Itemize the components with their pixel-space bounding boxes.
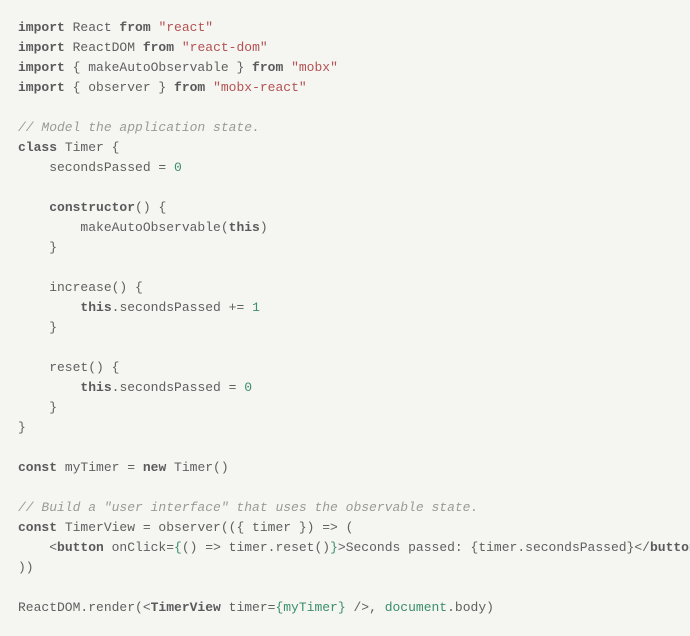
code-line: this.secondsPassed = 0 (18, 380, 252, 395)
code-token: import (18, 60, 65, 75)
code-line (18, 580, 26, 595)
code-line: <button onClick={() => timer.reset()}>Se… (18, 540, 690, 555)
code-token: } (18, 420, 26, 435)
code-token (205, 80, 213, 95)
code-token: {myTimer} (275, 600, 345, 615)
code-token: // Model the application state. (18, 120, 260, 135)
code-token: button (57, 540, 104, 555)
code-token: "react-dom" (182, 40, 268, 55)
code-token: // Build a "user interface" that uses th… (18, 500, 478, 515)
code-token: ReactDOM.render(< (18, 600, 151, 615)
code-token: } (18, 400, 57, 415)
code-line: // Build a "user interface" that uses th… (18, 500, 478, 515)
code-token: document (385, 600, 447, 615)
code-token: "mobx-react" (213, 80, 307, 95)
code-token: myTimer = (57, 460, 143, 475)
code-token: } (18, 240, 57, 255)
code-line: reset() { (18, 360, 119, 375)
code-token: this (229, 220, 260, 235)
code-token: makeAutoObservable( (18, 220, 229, 235)
code-token: 0 (174, 160, 182, 175)
code-line (18, 180, 26, 195)
code-token: increase() { (18, 280, 143, 295)
code-line: )) (18, 560, 34, 575)
code-line: } (18, 320, 57, 335)
code-line: const myTimer = new Timer() (18, 460, 229, 475)
code-line: import { makeAutoObservable } from "mobx… (18, 60, 338, 75)
code-line: import React from "react" (18, 20, 213, 35)
code-token: { (174, 540, 182, 555)
code-token: secondsPassed = (18, 160, 174, 175)
code-line: secondsPassed = 0 (18, 160, 182, 175)
code-token: .secondsPassed = (112, 380, 245, 395)
code-token: .secondsPassed += (112, 300, 252, 315)
code-token: button (650, 540, 690, 555)
code-token: () { (135, 200, 166, 215)
code-token: TimerView (151, 600, 221, 615)
code-token: Timer { (57, 140, 119, 155)
code-token (18, 300, 80, 315)
code-token: ReactDOM (65, 40, 143, 55)
code-token: const (18, 460, 57, 475)
code-token: "react" (158, 20, 213, 35)
code-token: reset() { (18, 360, 119, 375)
code-token: 1 (252, 300, 260, 315)
code-line: constructor() { (18, 200, 166, 215)
code-token: () => timer.reset() (182, 540, 330, 555)
code-token: React (65, 20, 120, 35)
code-token (18, 380, 80, 395)
code-token: onClick= (104, 540, 174, 555)
code-token: timer= (221, 600, 276, 615)
code-line: } (18, 400, 57, 415)
code-line: ReactDOM.render(<TimerView timer={myTime… (18, 600, 494, 615)
code-line: } (18, 240, 57, 255)
code-token (174, 40, 182, 55)
code-token: const (18, 520, 57, 535)
code-token: } (18, 320, 57, 335)
code-token: Timer() (166, 460, 228, 475)
code-line (18, 340, 26, 355)
code-token: "mobx" (291, 60, 338, 75)
code-token: class (18, 140, 57, 155)
code-token: 0 (244, 380, 252, 395)
code-line: import { observer } from "mobx-react" (18, 80, 307, 95)
code-token (18, 200, 49, 215)
code-line: class Timer { (18, 140, 119, 155)
code-block: import React from "react" import ReactDO… (18, 18, 672, 618)
code-token: from (119, 20, 150, 35)
code-token: new (143, 460, 166, 475)
code-token: this (80, 300, 111, 315)
code-token: .body) (447, 600, 494, 615)
code-line: import ReactDOM from "react-dom" (18, 40, 268, 55)
code-line: makeAutoObservable(this) (18, 220, 268, 235)
code-line: // Model the application state. (18, 120, 260, 135)
code-line (18, 260, 26, 275)
code-line (18, 480, 26, 495)
code-token: from (143, 40, 174, 55)
code-token: import (18, 20, 65, 35)
code-token: import (18, 40, 65, 55)
code-token: from (174, 80, 205, 95)
code-token: import (18, 80, 65, 95)
code-token (283, 60, 291, 75)
code-line (18, 100, 26, 115)
code-token: from (252, 60, 283, 75)
code-token: } (330, 540, 338, 555)
code-line: const TimerView = observer(({ timer }) =… (18, 520, 353, 535)
code-line: increase() { (18, 280, 143, 295)
code-line: this.secondsPassed += 1 (18, 300, 260, 315)
code-token: ) (260, 220, 268, 235)
code-token: { observer } (65, 80, 174, 95)
code-token: )) (18, 560, 34, 575)
code-token: constructor (49, 200, 135, 215)
code-line (18, 440, 26, 455)
code-token: TimerView = observer(({ timer }) => ( (57, 520, 353, 535)
code-token: />, (346, 600, 385, 615)
code-token: < (18, 540, 57, 555)
code-token: this (80, 380, 111, 395)
code-token: >Seconds passed: {timer.secondsPassed}</ (338, 540, 650, 555)
code-token: { makeAutoObservable } (65, 60, 252, 75)
code-line: } (18, 420, 26, 435)
